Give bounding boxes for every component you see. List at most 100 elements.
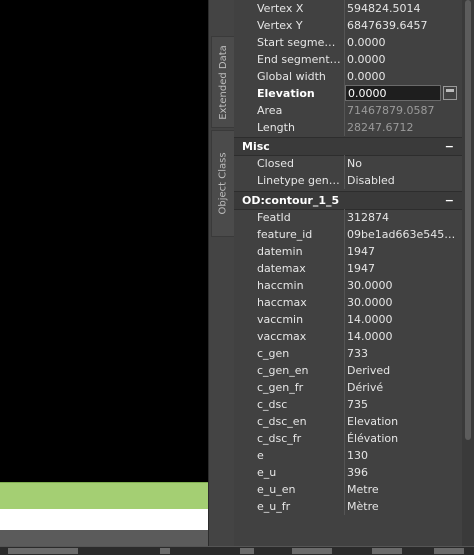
section-title: Misc xyxy=(242,140,270,153)
property-value[interactable]: 1947 xyxy=(347,243,461,260)
property-value[interactable]: Mètre xyxy=(347,498,461,515)
property-row-feature-id[interactable]: feature_id 09be1ad663e54540... xyxy=(234,226,462,243)
property-row-featid[interactable]: FeatId 312874 xyxy=(234,209,462,226)
palette-side-tabs: Extended Data Object Class xyxy=(208,0,235,546)
property-label: vaccmin xyxy=(257,313,304,326)
property-value[interactable]: Disabled xyxy=(347,172,461,189)
property-row-c-gen-fr[interactable]: c_gen_fr Dérivé xyxy=(234,379,462,396)
property-label: e_u xyxy=(257,466,277,479)
property-label: FeatId xyxy=(257,211,291,224)
property-row-start-segment-width[interactable]: Start segment... 0.0000 xyxy=(234,34,462,51)
scrollbar-thumb[interactable] xyxy=(465,0,471,440)
property-row-e-u-en[interactable]: e_u_en Metre xyxy=(234,481,462,498)
property-label: Area xyxy=(257,104,283,117)
property-value[interactable]: 14.0000 xyxy=(347,311,461,328)
property-row-e-u-fr[interactable]: e_u_fr Mètre xyxy=(234,498,462,515)
property-row-vertex-x[interactable]: Vertex X 594824.5014 xyxy=(234,0,462,17)
status-item[interactable] xyxy=(240,548,254,554)
status-item[interactable] xyxy=(434,548,464,554)
property-label: c_gen_fr xyxy=(257,381,304,394)
property-label: Length xyxy=(257,121,295,134)
elevation-input[interactable]: 0.0000 xyxy=(345,85,441,101)
calculator-icon[interactable] xyxy=(443,86,457,100)
property-row-c-dsc-fr[interactable]: c_dsc_fr Élévation xyxy=(234,430,462,447)
property-row-global-width[interactable]: Global width 0.0000 xyxy=(234,68,462,85)
property-value[interactable]: 6847639.6457 xyxy=(347,17,461,34)
status-item[interactable] xyxy=(160,548,170,554)
property-label: Elevation xyxy=(257,87,315,100)
layout-tabs-strip xyxy=(0,530,208,546)
property-row-vaccmin[interactable]: vaccmin 14.0000 xyxy=(234,311,462,328)
property-value[interactable]: 09be1ad663e54540... xyxy=(347,226,461,243)
property-label: e_u_en xyxy=(257,483,296,496)
property-row-e-u[interactable]: e_u 396 xyxy=(234,464,462,481)
property-row-haccmin[interactable]: haccmin 30.0000 xyxy=(234,277,462,294)
property-row-datemin[interactable]: datemin 1947 xyxy=(234,243,462,260)
property-value[interactable]: Metre xyxy=(347,481,461,498)
property-value: 28247.6712 xyxy=(347,121,414,134)
property-label: e xyxy=(257,449,264,462)
property-value[interactable]: 14.0000 xyxy=(347,328,461,345)
status-item[interactable] xyxy=(372,548,402,554)
section-header-misc[interactable]: Misc − xyxy=(234,137,462,156)
property-value[interactable]: 1947 xyxy=(347,260,461,277)
property-label: c_gen xyxy=(257,347,290,360)
property-label: Vertex Y xyxy=(257,19,303,32)
property-row-elevation[interactable]: Elevation 0.0000 xyxy=(234,85,462,102)
property-label: haccmax xyxy=(257,296,307,309)
property-value[interactable]: Dérivé xyxy=(347,379,461,396)
property-row-c-dsc-en[interactable]: c_dsc_en Elevation xyxy=(234,413,462,430)
property-row-length: Length 28247.6712 xyxy=(234,119,462,136)
command-input-area[interactable] xyxy=(0,509,208,530)
property-row-haccmax[interactable]: haccmax 30.0000 xyxy=(234,294,462,311)
property-row-c-gen[interactable]: c_gen 733 xyxy=(234,345,462,362)
property-value[interactable]: 30.0000 xyxy=(347,277,461,294)
property-value[interactable]: 312874 xyxy=(347,209,461,226)
property-value[interactable]: 0.0000 xyxy=(347,51,461,68)
property-label: Start segment... xyxy=(257,36,341,49)
section-header-od-contour[interactable]: OD:contour_1_5 − xyxy=(234,191,462,210)
property-value[interactable]: 30.0000 xyxy=(347,294,461,311)
property-value: 71467879.0587 xyxy=(347,104,435,117)
property-row-linetype-generation[interactable]: Linetype genera... Disabled xyxy=(234,172,462,189)
property-value[interactable]: 130 xyxy=(347,447,461,464)
property-label: Linetype genera... xyxy=(257,174,341,187)
property-value[interactable]: 396 xyxy=(347,464,461,481)
collapse-icon[interactable]: − xyxy=(445,138,454,155)
properties-panel: Vertex X 594824.5014 Vertex Y 6847639.64… xyxy=(234,0,462,546)
property-label: haccmin xyxy=(257,279,304,292)
property-label: datemin xyxy=(257,245,303,258)
property-value[interactable]: 594824.5014 xyxy=(347,0,461,17)
property-label: e_u_fr xyxy=(257,500,291,513)
property-row-closed[interactable]: Closed No xyxy=(234,155,462,172)
property-row-e[interactable]: e 130 xyxy=(234,447,462,464)
property-row-vaccmax[interactable]: vaccmax 14.0000 xyxy=(234,328,462,345)
properties-scrollbar[interactable] xyxy=(462,0,474,546)
property-value[interactable]: 735 xyxy=(347,396,461,413)
tab-extended-data[interactable]: Extended Data xyxy=(211,36,235,128)
drawing-canvas[interactable] xyxy=(0,0,208,482)
status-item[interactable] xyxy=(8,548,78,554)
property-row-c-gen-en[interactable]: c_gen_en Derived xyxy=(234,362,462,379)
property-label: c_dsc xyxy=(257,398,288,411)
command-line-bar xyxy=(0,482,208,509)
property-value[interactable]: Derived xyxy=(347,362,461,379)
property-label: End segment wi... xyxy=(257,53,341,66)
property-label: datemax xyxy=(257,262,306,275)
property-row-vertex-y[interactable]: Vertex Y 6847639.6457 xyxy=(234,17,462,34)
property-row-c-dsc[interactable]: c_dsc 735 xyxy=(234,396,462,413)
collapse-icon[interactable]: − xyxy=(445,192,454,209)
property-value[interactable]: Élévation xyxy=(347,430,461,447)
status-item[interactable] xyxy=(292,548,332,554)
property-row-datemax[interactable]: datemax 1947 xyxy=(234,260,462,277)
property-value[interactable]: Elevation xyxy=(347,413,461,430)
property-value[interactable]: 733 xyxy=(347,345,461,362)
property-label: vaccmax xyxy=(257,330,307,343)
property-row-end-segment-width[interactable]: End segment wi... 0.0000 xyxy=(234,51,462,68)
tab-object-class[interactable]: Object Class xyxy=(211,130,235,237)
property-value[interactable]: 0.0000 xyxy=(347,34,461,51)
property-label: c_dsc_fr xyxy=(257,432,302,445)
property-value[interactable]: No xyxy=(347,155,461,172)
property-label: c_dsc_en xyxy=(257,415,307,428)
property-value[interactable]: 0.0000 xyxy=(347,68,461,85)
